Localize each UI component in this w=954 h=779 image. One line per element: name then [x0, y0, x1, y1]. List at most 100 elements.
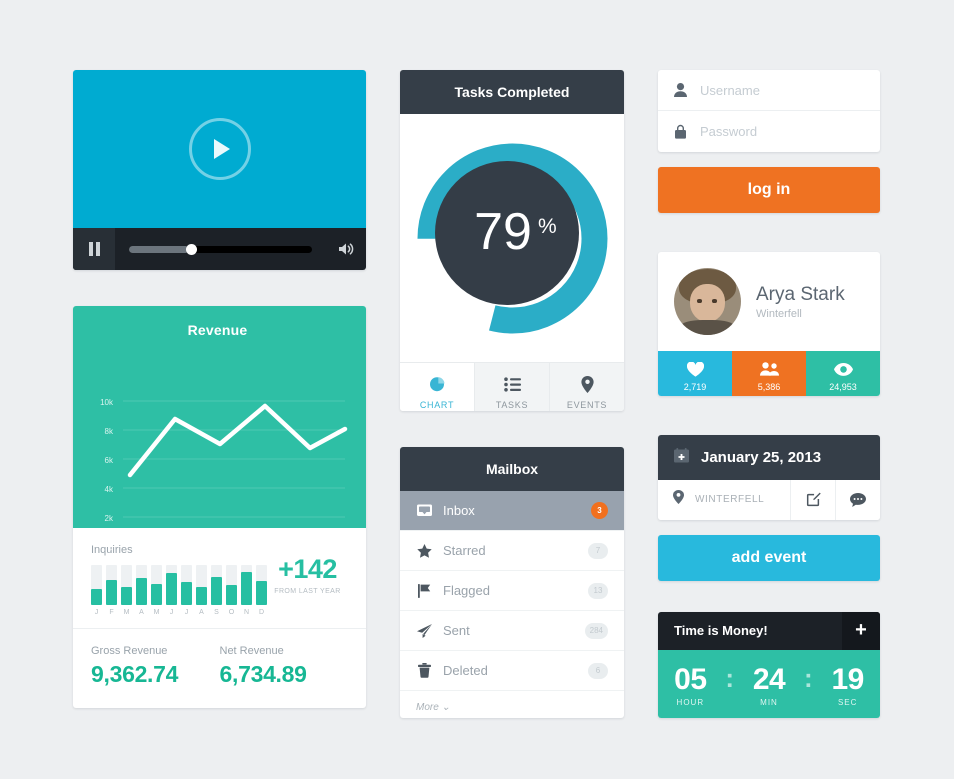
timer-header: Time is Money! + — [658, 611, 880, 650]
event-comment-button[interactable] — [835, 479, 880, 520]
stat-followers[interactable]: 5,386 — [732, 351, 806, 396]
month-label: F — [109, 609, 114, 616]
bar-track — [241, 565, 252, 605]
gross-revenue-value: 9,362.74 — [91, 661, 179, 687]
tab-chart-label: CHART — [419, 400, 455, 410]
comment-icon — [850, 492, 866, 507]
bar-track — [106, 565, 117, 605]
mailbox-item-deleted[interactable]: Deleted 6 — [400, 651, 624, 692]
map-pin-icon — [550, 374, 624, 394]
status-badge: 3 — [591, 502, 608, 520]
pause-button[interactable] — [73, 228, 115, 270]
avatar — [674, 268, 741, 335]
list-icon — [475, 374, 549, 394]
username-input[interactable]: Username — [700, 83, 760, 98]
month-label: D — [258, 609, 265, 616]
profile-header: Arya Stark Winterfell — [658, 252, 880, 351]
month-label: J — [94, 609, 99, 616]
login-section: Username Password log in — [658, 70, 880, 213]
timer-hour-label: HOUR — [676, 697, 705, 707]
password-input[interactable]: Password — [700, 124, 757, 139]
timer-min-value: 24 — [752, 662, 786, 696]
map-pin-icon — [673, 490, 684, 509]
timer-card: Time is Money! + 05 HOUR : 24 MIN : 19 S… — [658, 611, 880, 718]
stat-views[interactable]: 24,953 — [806, 351, 880, 396]
tab-tasks[interactable]: TASKS — [475, 363, 550, 412]
revenue-totals: Gross Revenue 9,362.74 Net Revenue 6,734… — [73, 629, 366, 708]
month-label: M — [123, 609, 130, 616]
video-screen[interactable] — [73, 70, 366, 228]
timer-title: Time is Money! — [674, 623, 768, 639]
timer-body: 05 HOUR : 24 MIN : 19 SEC — [658, 649, 880, 718]
profile-stats: 2,719 5,386 24,953 — [658, 351, 880, 396]
bar-track — [151, 565, 162, 605]
month-label: A — [199, 609, 204, 616]
column-middle: Tasks Completed 79 % CHART TASKS EVENTS … — [400, 70, 624, 718]
column-right: Username Password log in Arya Stark Wint… — [658, 70, 880, 718]
donut-percent-symbol: % — [538, 215, 557, 238]
mailbox-item-label: Inbox — [443, 503, 475, 519]
mailbox-title: Mailbox — [400, 447, 624, 492]
revenue-card: Revenue 10k 8k 6k 4k 2k 0 NOV DEC JAN FE… — [73, 306, 366, 708]
login-button[interactable]: log in — [658, 167, 880, 213]
seek-fill — [129, 245, 190, 253]
mailbox-more-button[interactable]: More ⌄ — [400, 691, 624, 718]
users-icon — [732, 360, 806, 378]
net-revenue-label: Net Revenue — [219, 645, 284, 657]
play-button[interactable] — [188, 118, 251, 180]
tab-events-label: EVENTS — [566, 400, 608, 410]
password-field[interactable]: Password — [658, 111, 880, 152]
event-date: January 25, 2013 — [701, 448, 822, 466]
bar-track — [226, 565, 237, 605]
flag-icon — [416, 583, 432, 598]
seek-handle[interactable] — [185, 243, 197, 255]
edit-icon — [806, 493, 821, 507]
status-badge: 7 — [588, 542, 608, 559]
profile-name: Arya Stark — [756, 283, 845, 305]
mailbox-more-label: More — [416, 702, 439, 714]
mailbox-item-label: Sent — [443, 623, 470, 639]
seek-bar[interactable] — [129, 243, 312, 255]
heart-icon — [658, 360, 732, 378]
send-icon — [416, 623, 432, 638]
mailbox-item-inbox[interactable]: Inbox 3 — [400, 491, 624, 532]
event-detail-row: WINTERFELL — [658, 479, 880, 520]
star-icon — [416, 543, 432, 558]
month-label: O — [228, 609, 235, 616]
x-tick-dec: DEC — [199, 552, 218, 561]
event-location-label: WINTERFELL — [695, 494, 765, 506]
stat-views-value: 24,953 — [829, 382, 857, 392]
timer-sec: 19 SEC — [819, 663, 877, 707]
timer-hour-value: 05 — [674, 662, 707, 696]
month-label: N — [243, 609, 250, 616]
tasks-tabs: CHART TASKS EVENTS — [400, 362, 624, 412]
timer-min: 24 MIN — [740, 663, 798, 707]
timer-separator: : — [725, 663, 734, 694]
tab-tasks-label: TASKS — [495, 400, 529, 410]
profile-subtitle: Winterfell — [756, 307, 802, 320]
inquiries-month-labels: J F M A M J J A S O N D — [91, 609, 267, 616]
username-field[interactable]: Username — [658, 70, 880, 111]
tab-events[interactable]: EVENTS — [550, 363, 624, 411]
x-tick-nov: NOV — [158, 552, 177, 561]
donut-svg: 79 % — [417, 143, 607, 333]
event-section: January 25, 2013 WINTERFELL add event — [658, 434, 880, 581]
add-event-button[interactable]: add event — [658, 534, 880, 581]
plus-icon[interactable]: + — [842, 611, 880, 650]
profile-card: Arya Stark Winterfell 2,719 5,386 24,953 — [658, 252, 880, 396]
bar-track — [166, 565, 177, 605]
x-tick-feb: FEB — [281, 552, 298, 561]
mailbox-item-sent[interactable]: Sent 284 — [400, 611, 624, 652]
mailbox-item-flagged[interactable]: Flagged 13 — [400, 571, 624, 612]
volume-button[interactable] — [326, 242, 366, 256]
tab-chart[interactable]: CHART — [400, 363, 475, 412]
event-edit-button[interactable] — [790, 479, 835, 520]
login-card: Username Password — [658, 70, 880, 152]
mailbox-item-starred[interactable]: Starred 7 — [400, 531, 624, 572]
stat-followers-value: 5,386 — [757, 382, 781, 392]
tasks-title: Tasks Completed — [400, 70, 624, 114]
stat-likes[interactable]: 2,719 — [658, 351, 732, 396]
revenue-title: Revenue — [187, 322, 248, 338]
donut-chart: 79 % — [400, 114, 624, 362]
bar-track — [136, 565, 147, 605]
